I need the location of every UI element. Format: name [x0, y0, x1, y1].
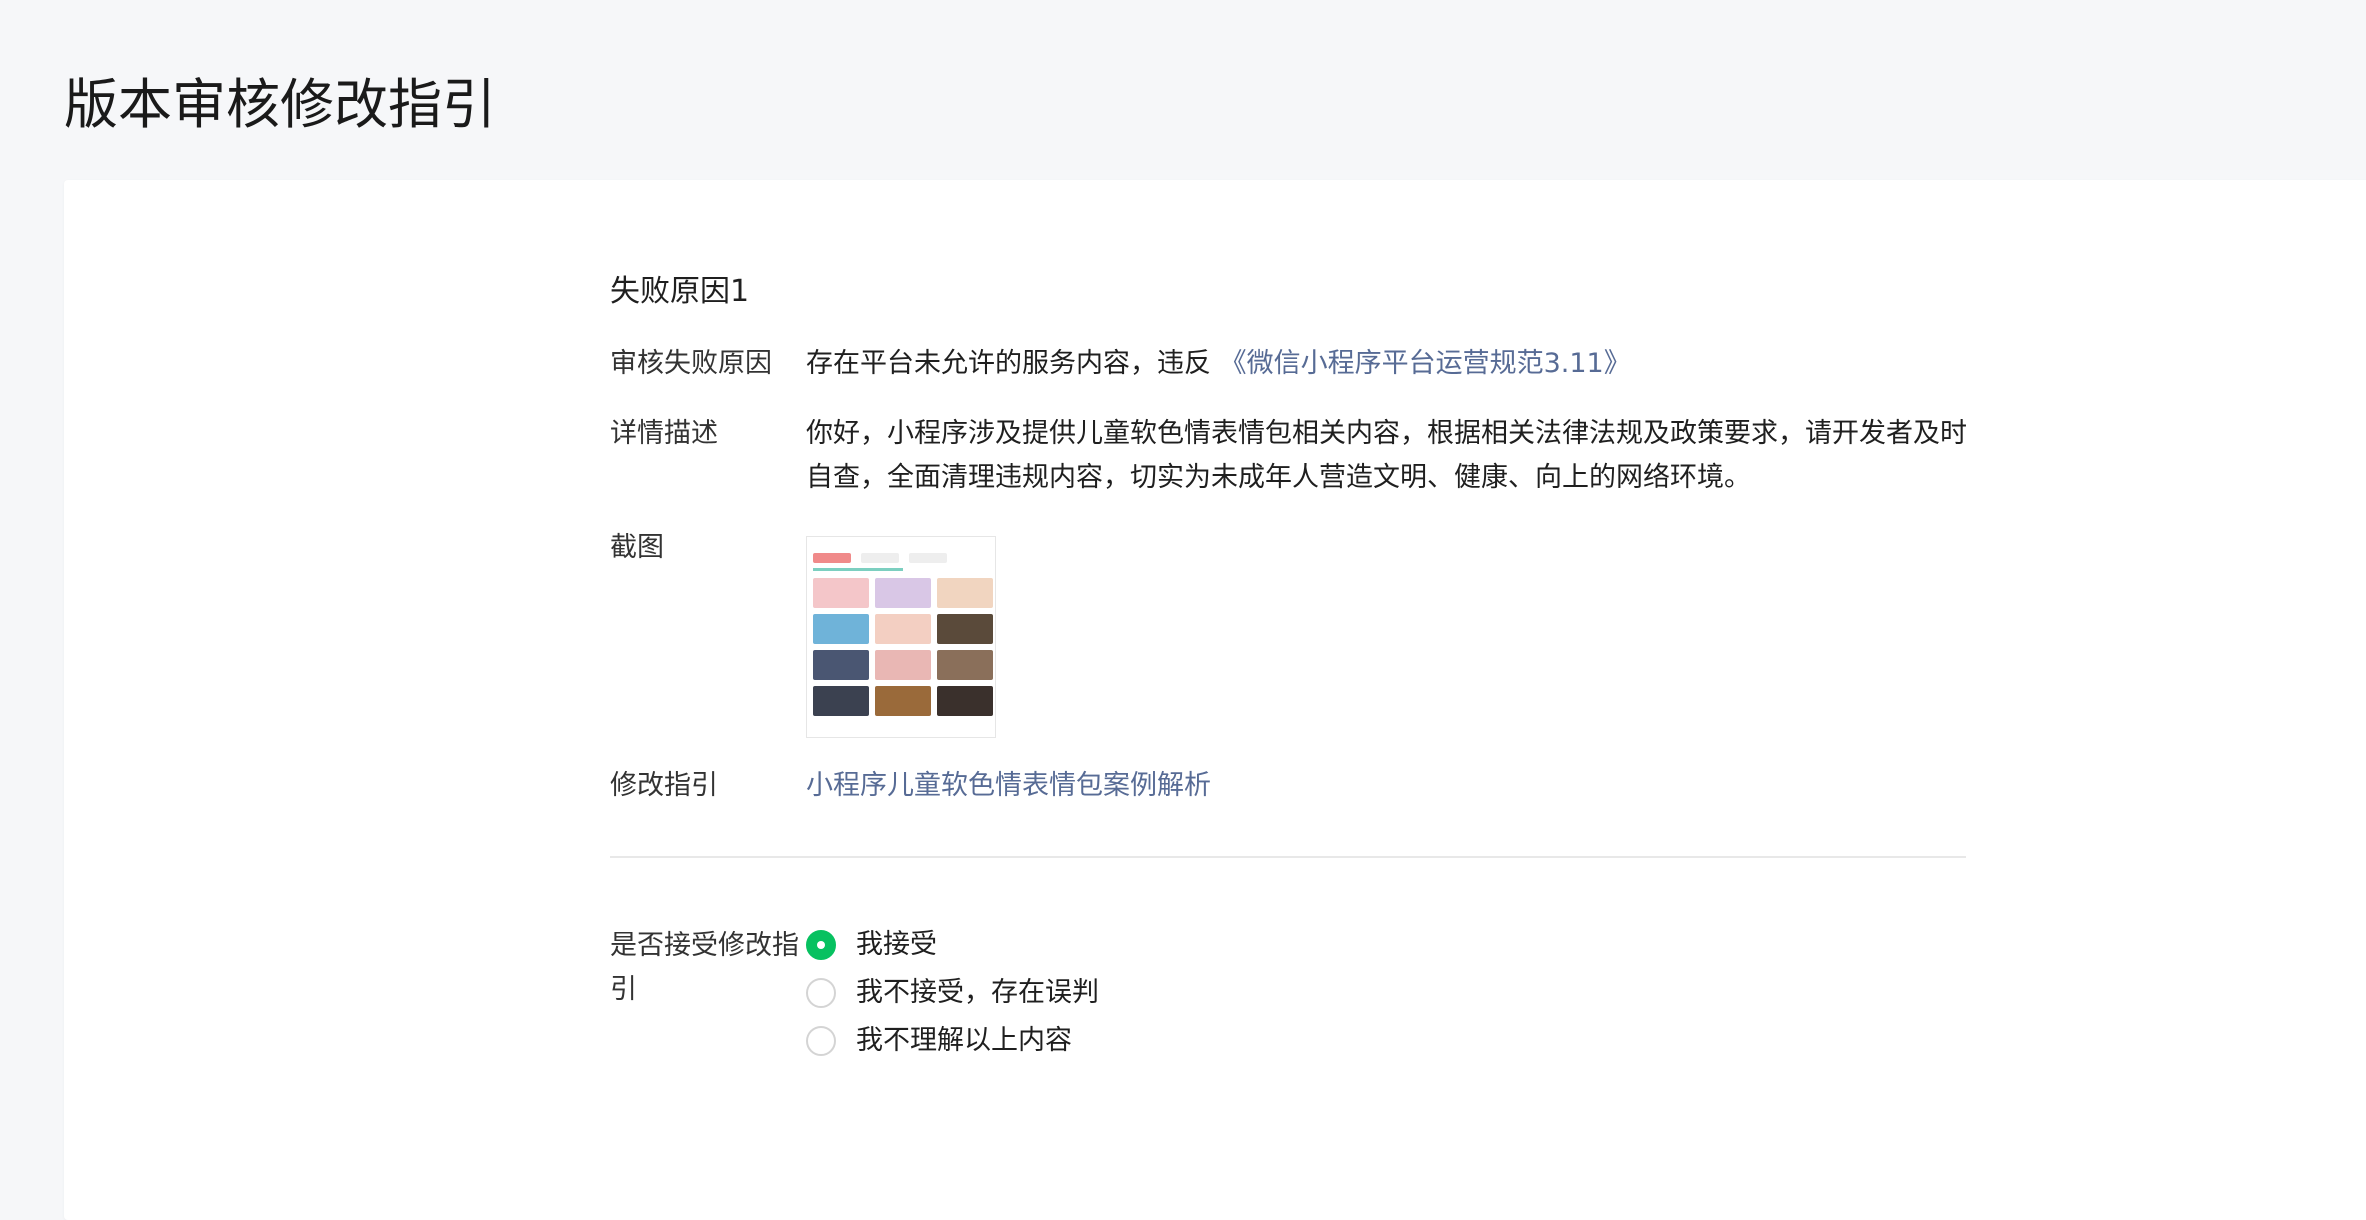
- guide-case-link[interactable]: 小程序儿童软色情表情包案例解析: [806, 770, 1211, 801]
- detail-text: 你好，小程序涉及提供儿童软色情表情包相关内容，根据相关法律法规及政策要求，请开发…: [806, 418, 1967, 493]
- radio-option-reject[interactable]: 我不接受，存在误判: [806, 976, 1970, 1010]
- radio-accept[interactable]: [806, 930, 836, 960]
- detail-label: 详情描述: [610, 418, 718, 449]
- thumbnail-tabs: [807, 551, 995, 565]
- radio-label-reject: 我不接受，存在误判: [856, 977, 1099, 1008]
- guide-row: 修改指引 小程序儿童软色情表情包案例解析: [610, 764, 1970, 808]
- thumbnail-image: [937, 650, 993, 680]
- radio-option-not-understand[interactable]: 我不理解以上内容: [806, 1024, 1970, 1058]
- accept-guide-label: 是否接受修改指引: [610, 930, 799, 1005]
- section-title: 失败原因1: [610, 274, 750, 309]
- radio-label-not-understand: 我不理解以上内容: [856, 1025, 1072, 1056]
- fail-reason-row: 审核失败原因 存在平台未允许的服务内容，违反 《微信小程序平台运营规范3.11》: [610, 342, 1970, 386]
- thumbnail-image: [875, 650, 931, 680]
- screenshot-label: 截图: [610, 532, 664, 563]
- thumbnail-status-bar: [807, 537, 995, 551]
- thumbnail-image: [875, 686, 931, 716]
- fail-reason-text: 存在平台未允许的服务内容，违反: [806, 348, 1211, 379]
- thumbnail-image-grid: [807, 574, 995, 720]
- thumbnail-image: [813, 650, 869, 680]
- radio-option-accept[interactable]: 我接受: [806, 928, 1970, 962]
- thumbnail-image: [875, 578, 931, 608]
- divider: [610, 856, 1966, 858]
- thumbnail-image: [937, 578, 993, 608]
- page-title: 版本审核修改指引: [64, 73, 496, 136]
- guide-label: 修改指引: [610, 770, 718, 801]
- thumbnail-image: [813, 686, 869, 716]
- screenshot-row: 截图: [610, 526, 1970, 738]
- review-card: 失败原因1 审核失败原因 存在平台未允许的服务内容，违反 《微信小程序平台运营规…: [64, 180, 2366, 1220]
- guide-value: 小程序儿童软色情表情包案例解析: [806, 764, 1970, 808]
- thumbnail-image: [813, 578, 869, 608]
- radio-reject[interactable]: [806, 978, 836, 1008]
- thumbnail-tab: [813, 553, 851, 563]
- detail-row: 详情描述 你好，小程序涉及提供儿童软色情表情包相关内容，根据相关法律法规及政策要…: [610, 412, 1970, 500]
- thumbnail-image: [937, 686, 993, 716]
- thumbnail-image: [875, 614, 931, 644]
- thumbnail-image: [937, 614, 993, 644]
- accept-radio-group: 我接受 我不接受，存在误判 我不理解以上内容: [806, 924, 1970, 1058]
- accept-row: 是否接受修改指引 我接受 我不接受，存在误判 我不理解以上内容: [610, 924, 1970, 1058]
- thumbnail-progress: [813, 568, 903, 571]
- thumbnail-image: [813, 614, 869, 644]
- radio-not-understand[interactable]: [806, 1026, 836, 1056]
- radio-label-accept: 我接受: [856, 929, 937, 960]
- review-content: 失败原因1 审核失败原因 存在平台未允许的服务内容，违反 《微信小程序平台运营规…: [610, 270, 1970, 1084]
- fail-reason-label: 审核失败原因: [610, 348, 772, 379]
- fail-reason-value: 存在平台未允许的服务内容，违反 《微信小程序平台运营规范3.11》: [806, 342, 1970, 386]
- violation-screenshot-thumbnail[interactable]: [806, 536, 996, 738]
- policy-link[interactable]: 《微信小程序平台运营规范3.11》: [1220, 348, 1631, 379]
- thumbnail-tab: [909, 553, 947, 563]
- thumbnail-tab: [861, 553, 899, 563]
- screenshot-value: [806, 526, 1970, 738]
